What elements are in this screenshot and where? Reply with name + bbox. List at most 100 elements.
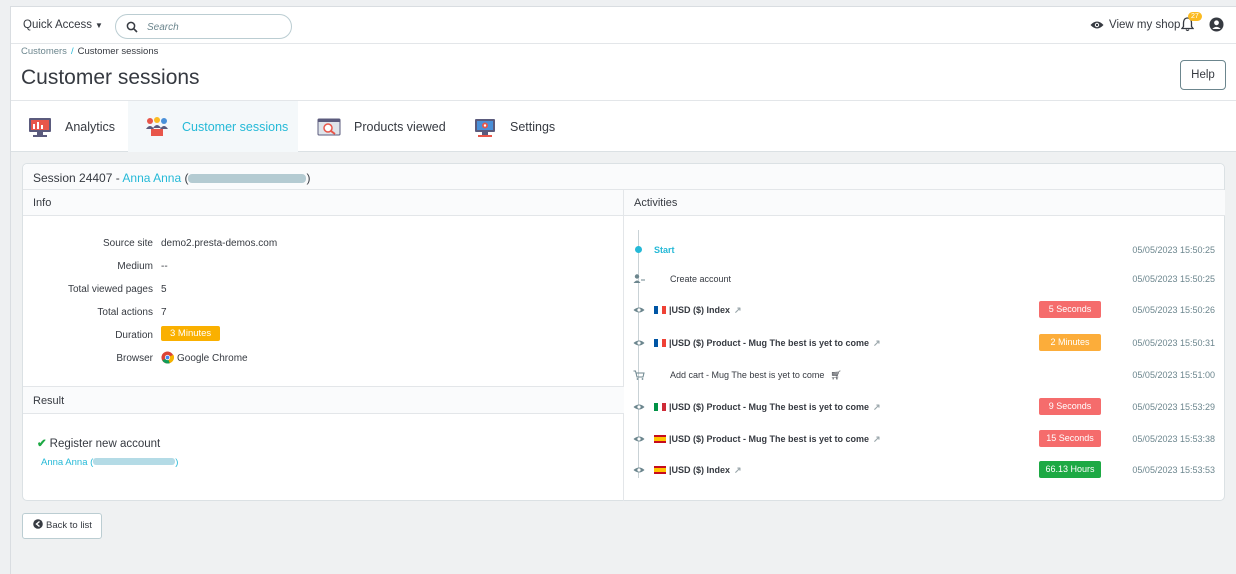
circle-arrow-left-icon: [33, 519, 43, 529]
page-header: Customers / Customer sessions Customer ses…: [11, 44, 1236, 100]
flag-france-icon: [654, 339, 666, 347]
quick-access-label: Quick Access: [23, 19, 93, 31]
external-link-icon[interactable]: ↗: [873, 402, 881, 412]
external-link-icon[interactable]: ↗: [873, 338, 881, 348]
activity-page-label: |USD ($) Index: [669, 305, 731, 315]
duration-tag: 5 Seconds: [1039, 301, 1101, 318]
activity-time: 05/05/2023 15:50:25: [1132, 245, 1215, 255]
settings-icon: [475, 118, 495, 137]
activity-page-view: |USD ($) Product - Mug The best is yet t…: [624, 429, 1225, 449]
activity-time: 05/05/2023 15:50:31: [1132, 338, 1215, 348]
activity-page-label: |USD ($) Product - Mug The best is yet t…: [669, 434, 870, 444]
activity-text: Start: [654, 245, 675, 255]
notification-count-badge: 27: [1188, 12, 1202, 21]
external-link-icon[interactable]: ↗: [734, 305, 742, 315]
quick-access-dropdown[interactable]: Quick Access ▼: [23, 19, 103, 31]
info-heading: Info: [23, 190, 623, 216]
breadcrumb-current: Customer sessions: [77, 46, 159, 57]
activities-heading: Activities: [624, 190, 1225, 216]
flag-spain-icon: [654, 466, 666, 474]
activity-time: 05/05/2023 15:53:38: [1132, 434, 1215, 444]
breadcrumb-customers[interactable]: Customers: [21, 46, 67, 57]
products-viewed-icon: [317, 118, 341, 135]
flag-spain-icon: [654, 435, 666, 443]
top-bar: Quick Access ▼ Search View my shop 27: [11, 7, 1236, 44]
view-my-shop-label: View my shop: [1109, 19, 1181, 31]
module-tabs: Analytics Customer sessions Products vie…: [11, 100, 1236, 152]
session-heading: Session 24407 - Anna Anna (): [23, 164, 1224, 190]
help-button[interactable]: Help: [1180, 60, 1226, 90]
redacted-email: [188, 174, 307, 183]
eye-icon: [1090, 21, 1104, 29]
user-plus-icon: [633, 274, 645, 283]
info-label: Total actions: [97, 307, 153, 318]
info-label: Source site: [102, 238, 153, 249]
search-input[interactable]: Search: [115, 14, 292, 39]
search-icon: [126, 21, 138, 33]
result-title: ✔ Register new account: [37, 436, 160, 450]
activity-time: 05/05/2023 15:53:29: [1132, 402, 1215, 412]
cart-icon: [633, 370, 645, 380]
chrome-icon: [161, 351, 175, 364]
page-title: Customer sessions: [21, 66, 200, 89]
activity-text[interactable]: |USD ($) Index ↗: [654, 305, 742, 316]
eye-icon: [633, 467, 645, 473]
tab-customer-sessions[interactable]: Customer sessions: [128, 101, 298, 152]
customer-name-link[interactable]: Anna Anna: [122, 171, 181, 185]
duration-tag: 66.13 Hours: [1039, 461, 1101, 478]
activity-page-label: |USD ($) Product - Mug The best is yet t…: [669, 338, 870, 348]
info-value: 7: [161, 307, 167, 318]
activity-page-label: |USD ($) Product - Mug The best is yet t…: [669, 402, 870, 412]
activity-page-view: |USD ($) Index ↗ 66.13 Hours 05/05/2023 1…: [624, 460, 1225, 480]
analytics-icon: [29, 117, 51, 137]
activity-text[interactable]: |USD ($) Product - Mug The best is yet t…: [654, 338, 881, 349]
user-account-icon[interactable]: [1209, 17, 1224, 32]
session-id: Session 24407 -: [33, 171, 123, 185]
info-value: 3 Minutes: [161, 326, 221, 341]
view-my-shop-link[interactable]: View my shop: [1090, 19, 1180, 31]
flag-france-icon: [654, 306, 666, 314]
tab-analytics-label: Analytics: [65, 119, 116, 134]
shopping-cart-icon: 🛒︎: [830, 370, 842, 380]
flag-italy-icon: [654, 403, 666, 411]
info-column: Info Source site demo2.presta-demos.com …: [23, 190, 624, 501]
tab-settings[interactable]: Settings: [472, 101, 582, 152]
duration-tag: 9 Seconds: [1039, 398, 1101, 415]
external-link-icon[interactable]: ↗: [734, 465, 742, 475]
activity-page-view: |USD ($) Index ↗ 5 Seconds 05/05/2023 15:…: [624, 300, 1225, 320]
result-heading: Result: [23, 386, 624, 414]
result-customer-link[interactable]: Anna Anna (): [41, 457, 178, 468]
eye-icon: [633, 340, 645, 346]
eye-icon: [633, 404, 645, 410]
activity-text[interactable]: |USD ($) Index ↗: [654, 465, 742, 476]
info-label: Browser: [116, 353, 153, 364]
back-to-list-button[interactable]: Back to list: [22, 513, 102, 539]
close-paren: ): [175, 457, 179, 468]
close-paren: ): [306, 171, 311, 185]
duration-badge: 3 Minutes: [161, 326, 221, 341]
activity-text[interactable]: |USD ($) Product - Mug The best is yet t…: [654, 402, 881, 413]
activity-text: Add cart - Mug The best is yet to come 🛒︎: [670, 370, 842, 381]
activity-add-cart: Add cart - Mug The best is yet to come 🛒︎…: [624, 365, 1225, 385]
activity-text: Create account: [670, 274, 732, 284]
tab-customer-sessions-label: Customer sessions: [182, 119, 289, 134]
info-label: Duration: [115, 330, 153, 341]
browser-name: Google Chrome: [177, 353, 248, 364]
app-frame: Quick Access ▼ Search View my shop 27 Cus…: [10, 6, 1236, 574]
eye-icon: [633, 436, 645, 442]
info-value: Google Chrome: [161, 351, 248, 364]
start-dot-icon: [635, 246, 642, 253]
search-placeholder: Search: [147, 22, 179, 33]
activity-start: Start 05/05/2023 15:50:25: [624, 240, 1225, 260]
tab-analytics[interactable]: Analytics: [11, 101, 128, 152]
external-link-icon[interactable]: ↗: [873, 434, 881, 444]
activity-create-account: Create account 05/05/2023 15:50:25: [624, 269, 1225, 289]
activity-time: 05/05/2023 15:50:25: [1132, 274, 1215, 284]
info-value: demo2.presta-demos.com: [161, 238, 278, 249]
tab-products-viewed[interactable]: Products viewed: [316, 101, 456, 152]
activity-text[interactable]: |USD ($) Product - Mug The best is yet t…: [654, 434, 881, 445]
result-customer-name: Anna Anna (: [41, 457, 94, 468]
info-label: Medium: [117, 261, 153, 272]
tab-settings-label: Settings: [510, 119, 556, 134]
activity-time: 05/05/2023 15:53:53: [1132, 465, 1215, 475]
